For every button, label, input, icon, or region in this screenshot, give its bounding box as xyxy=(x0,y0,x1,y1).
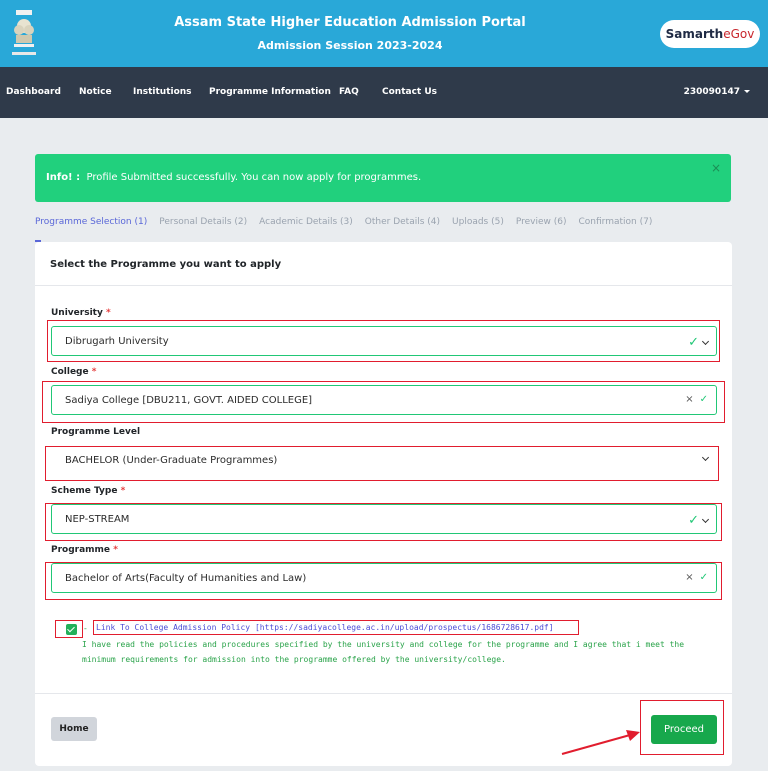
annotation-arrow-icon xyxy=(561,730,640,755)
